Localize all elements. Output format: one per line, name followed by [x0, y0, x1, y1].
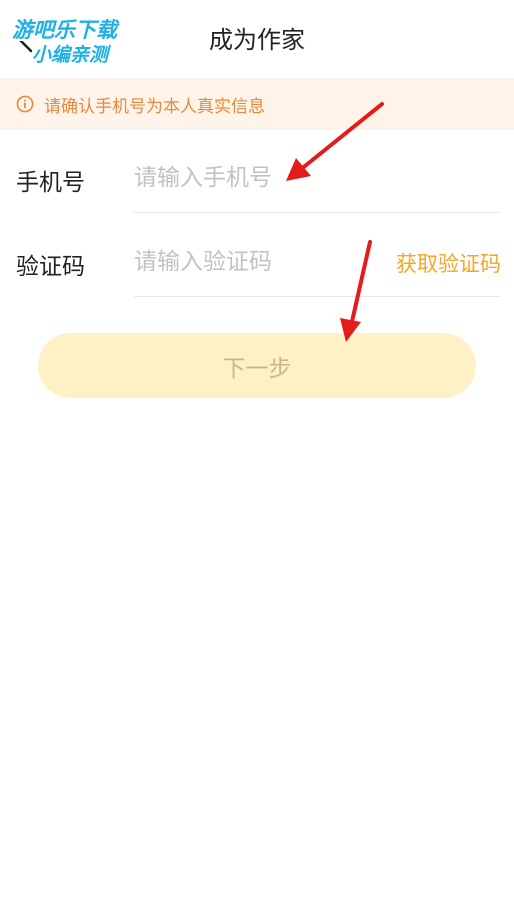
header-bar: 成为作家 [0, 0, 514, 78]
become-writer-page: 成为作家 游吧乐下载 小编亲测 请确认手机号为本人真实信息 手机号 验证码 获取… [0, 0, 514, 899]
code-divider [134, 296, 500, 297]
page-title: 成为作家 [209, 26, 305, 54]
get-code-button[interactable]: 获取验证码 [396, 248, 501, 278]
phone-input[interactable] [134, 158, 384, 198]
code-input[interactable] [134, 242, 384, 282]
next-button-label: 下一步 [222, 355, 292, 382]
next-button[interactable]: 下一步 [38, 333, 476, 398]
phone-divider [134, 212, 500, 213]
notice-banner: 请确认手机号为本人真实信息 [0, 78, 514, 130]
notice-text: 请确认手机号为本人真实信息 [44, 96, 265, 117]
info-circle-icon [16, 95, 34, 113]
annotation-arrows [286, 102, 384, 342]
code-label: 验证码 [16, 254, 85, 280]
phone-label: 手机号 [16, 170, 85, 196]
